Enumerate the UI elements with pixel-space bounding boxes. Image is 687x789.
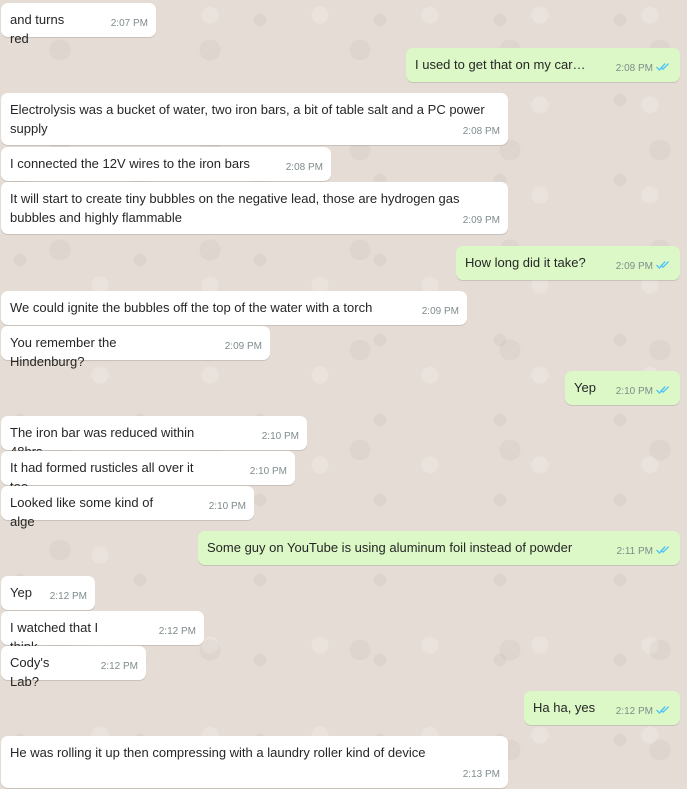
double-check-icon	[656, 261, 669, 269]
double-check-icon	[656, 386, 669, 394]
message-text: Some guy on YouTube is using aluminum fo…	[207, 540, 573, 555]
message-time: 2:10 PM	[209, 497, 246, 516]
message-text: Electrolysis was a bucket of water, two …	[10, 102, 489, 136]
timestamp: 2:10 PM	[615, 386, 653, 397]
double-check-icon	[656, 706, 669, 714]
incoming-message[interactable]: and turns red 2:07 PM	[1, 3, 156, 46]
incoming-message[interactable]: I watched that I think2:12 PM	[1, 611, 204, 654]
incoming-message[interactable]: You remember the Hindenburg? 2:09 PM	[1, 326, 270, 369]
message-time: 2:12 PM	[159, 622, 196, 641]
message-text: You remember the Hindenburg?	[10, 335, 121, 369]
timestamp: 2:11 PM	[616, 546, 654, 557]
timestamp: 2:09 PM	[615, 261, 653, 272]
message-time: 2:10 PM	[250, 462, 287, 481]
timestamp: 2:12 PM	[100, 661, 138, 672]
incoming-message[interactable]: Looked like some kind of alge 2:10 PM	[1, 486, 254, 529]
incoming-message[interactable]: Electrolysis was a bucket of water, two …	[1, 93, 508, 145]
timestamp: 2:12 PM	[615, 706, 653, 717]
message-time: 2:13 PM	[463, 765, 500, 784]
incoming-message[interactable]: I connected the 12V wires to the iron ba…	[1, 147, 331, 181]
double-check-icon	[656, 546, 669, 554]
timestamp: 2:12 PM	[158, 626, 196, 637]
message-time: 2:12 PM	[616, 702, 670, 721]
message-time: 2:08 PM	[616, 59, 670, 78]
timestamp: 2:09 PM	[421, 306, 459, 317]
timestamp: 2:09 PM	[224, 341, 262, 352]
message-text: We could ignite the bubbles off the top …	[10, 300, 373, 315]
message-text: It will start to create tiny bubbles on …	[10, 191, 464, 225]
timestamp: 2:10 PM	[249, 466, 287, 477]
message-time: 2:09 PM	[422, 302, 459, 321]
message-time: 2:10 PM	[616, 382, 670, 401]
message-time: 2:09 PM	[463, 211, 500, 230]
message-time: 2:07 PM	[111, 14, 148, 33]
timestamp: 2:08 PM	[285, 162, 323, 173]
incoming-message[interactable]: It had formed rusticles all over it too2…	[1, 451, 295, 494]
timestamp: 2:07 PM	[110, 18, 148, 29]
outgoing-message[interactable]: Some guy on YouTube is using aluminum fo…	[198, 531, 680, 565]
message-time: 2:09 PM	[616, 257, 670, 276]
outgoing-message[interactable]: How long did it take? 2:09 PM	[456, 246, 680, 280]
message-time: 2:08 PM	[463, 122, 500, 141]
message-time: 2:08 PM	[286, 158, 323, 177]
double-check-icon	[656, 63, 669, 71]
timestamp: 2:08 PM	[462, 126, 500, 137]
chat-panel: and turns red 2:07 PM I used to get that o…	[0, 0, 687, 789]
timestamp: 2:09 PM	[462, 215, 500, 226]
incoming-message[interactable]: Yep 2:12 PM	[1, 576, 95, 610]
incoming-message[interactable]: The iron bar was reduced within 48hrs2:1…	[1, 416, 307, 459]
message-text: He was rolling it up then compressing wi…	[10, 745, 426, 760]
incoming-message[interactable]: He was rolling it up then compressing wi…	[1, 736, 508, 788]
timestamp: 2:10 PM	[208, 501, 246, 512]
outgoing-message[interactable]: I used to get that on my car… 2:08 PM	[406, 48, 680, 82]
message-time: 2:11 PM	[617, 542, 671, 561]
timestamp: 2:10 PM	[261, 431, 299, 442]
incoming-message[interactable]: It will start to create tiny bubbles on …	[1, 182, 508, 234]
message-time: 2:12 PM	[101, 657, 138, 676]
incoming-message[interactable]: Cody's Lab? 2:12 PM	[1, 646, 146, 689]
outgoing-message[interactable]: Yep 2:10 PM	[565, 371, 680, 405]
outgoing-message[interactable]: Ha ha, yes 2:12 PM	[524, 691, 680, 725]
timestamp: 2:08 PM	[615, 63, 653, 74]
message-time: 2:09 PM	[225, 337, 262, 356]
message-time: 2:10 PM	[262, 427, 299, 446]
message-time: 2:12 PM	[50, 587, 87, 606]
timestamp: 2:12 PM	[49, 591, 87, 602]
incoming-message[interactable]: We could ignite the bubbles off the top …	[1, 291, 467, 325]
timestamp: 2:13 PM	[462, 769, 500, 780]
message-text: I connected the 12V wires to the iron ba…	[10, 156, 250, 171]
